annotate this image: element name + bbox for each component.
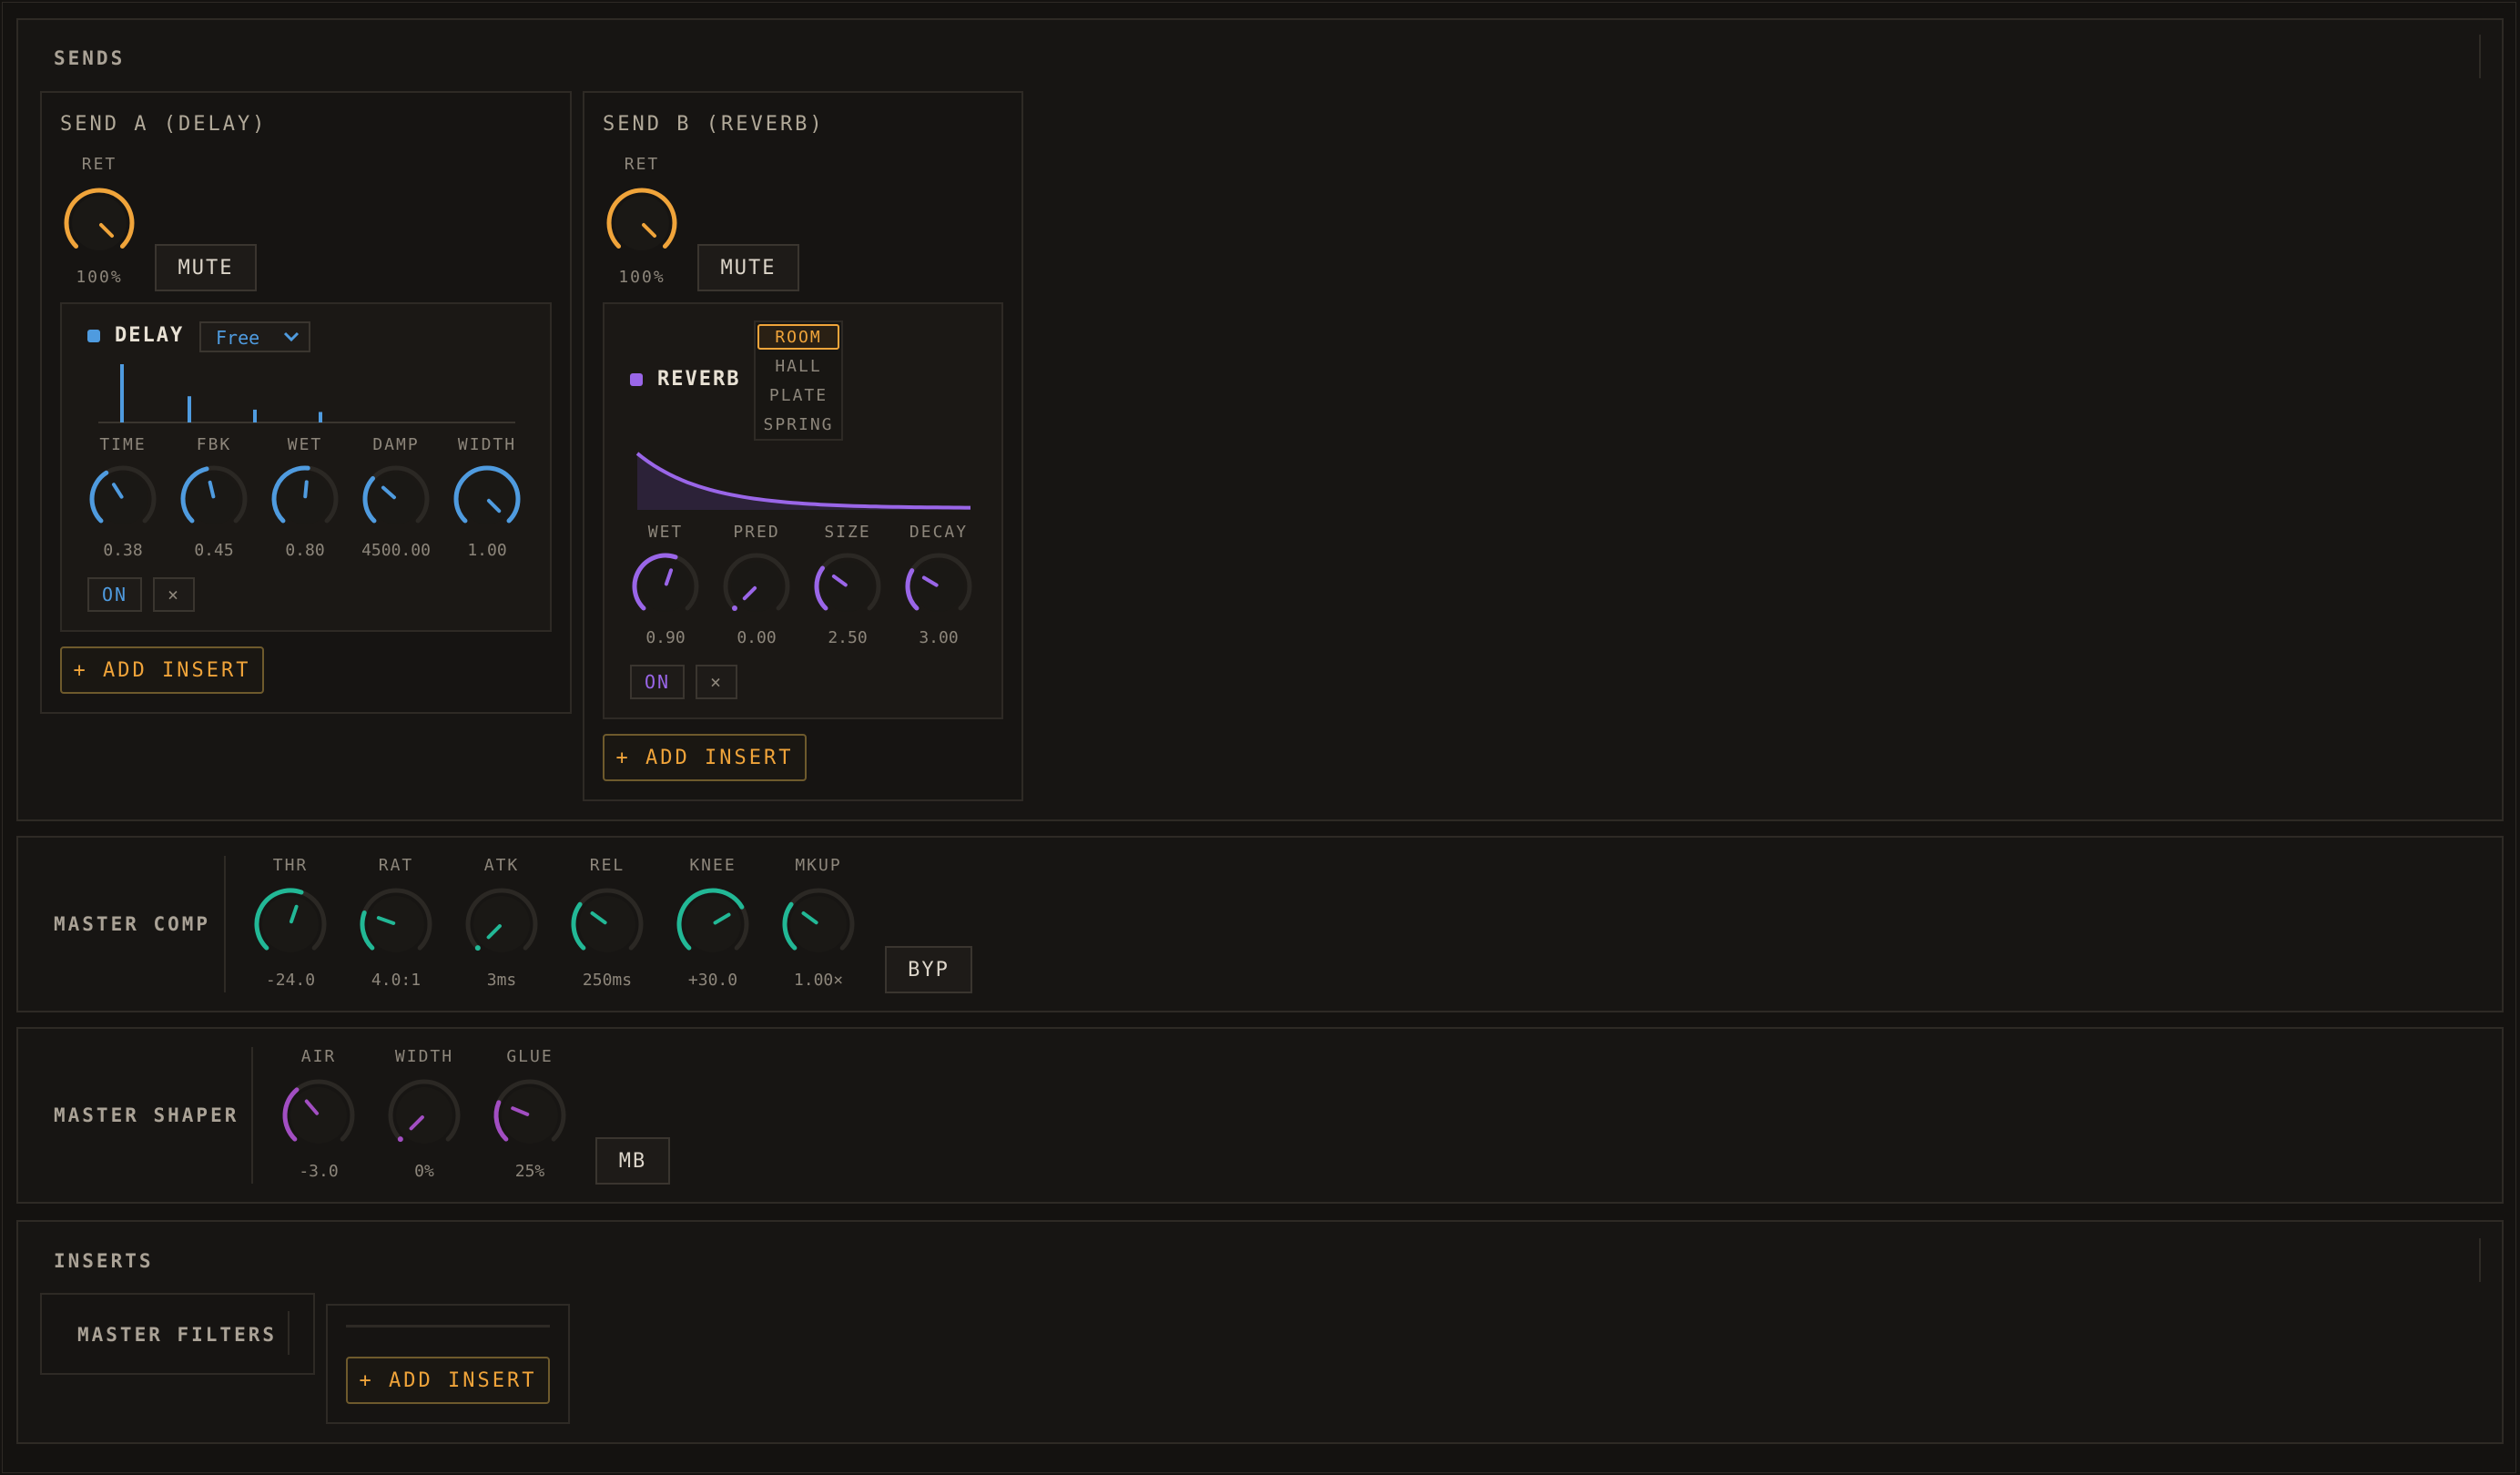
inserts-collapse-handle[interactable] xyxy=(2479,1238,2481,1282)
send-a-ret-label: RET xyxy=(81,155,117,174)
comp-atk-knob[interactable] xyxy=(462,885,541,963)
delay-tap-1 xyxy=(120,364,124,422)
send-b-mute-button[interactable]: MUTE xyxy=(697,244,799,291)
shaper-glue-knob[interactable] xyxy=(491,1076,569,1155)
master-shaper-divider xyxy=(251,1047,253,1184)
delay-damp-knob[interactable] xyxy=(360,463,432,535)
reverb-remove-button[interactable]: × xyxy=(696,665,737,699)
send-a-ret-knob[interactable] xyxy=(61,185,137,261)
comp-rel-knob[interactable] xyxy=(568,885,646,963)
comp-rel-label: REL xyxy=(589,856,625,875)
send-b-ret-label: RET xyxy=(624,155,660,174)
reverb-decay-value: 3.00 xyxy=(919,628,959,647)
master-comp-bypass-button[interactable]: BYP xyxy=(885,946,972,993)
send-b-title: SEND B (REVERB) xyxy=(603,113,825,136)
shaper-width-label: WIDTH xyxy=(394,1047,454,1066)
send-a-ret-value: 100% xyxy=(76,268,123,287)
send-b-ret-knob[interactable] xyxy=(604,185,680,261)
reverb-on-button[interactable]: ON xyxy=(630,665,685,699)
shaper-air-label: AIR xyxy=(300,1047,337,1066)
delay-tap-display xyxy=(98,364,515,423)
reverb-type-plate[interactable]: PLATE xyxy=(757,382,839,408)
reverb-type-hall[interactable]: HALL xyxy=(757,353,839,379)
reverb-decay-knob[interactable] xyxy=(902,550,975,623)
reverb-decay-label: DECAY xyxy=(909,523,969,542)
comp-atk-label: ATK xyxy=(483,856,520,875)
master-filters-label: MASTER FILTERS xyxy=(77,1324,278,1346)
comp-knee-label: KNEE xyxy=(689,856,737,875)
shaper-width-knob[interactable] xyxy=(385,1076,463,1155)
delay-width-value: 1.00 xyxy=(467,541,507,560)
send-b-add-insert-button[interactable]: + ADD INSERT xyxy=(603,734,807,781)
inserts-add-insert-button[interactable]: + ADD INSERT xyxy=(346,1357,550,1404)
master-shaper-title: MASTER SHAPER xyxy=(54,1104,239,1126)
reverb-name: REVERB xyxy=(657,368,741,391)
send-a-title: SEND A (DELAY) xyxy=(60,113,268,136)
reverb-size-knob[interactable] xyxy=(811,550,884,623)
chevron-down-icon xyxy=(283,331,300,342)
send-b-ret-value: 100% xyxy=(618,268,666,287)
reverb-decay-display xyxy=(635,452,970,510)
send-a-add-insert-button[interactable]: + ADD INSERT xyxy=(60,646,264,694)
master-filters-divider xyxy=(288,1311,290,1355)
delay-wet-knob[interactable] xyxy=(269,463,341,535)
master-filters-chain-line xyxy=(346,1325,550,1328)
reverb-wet-knob[interactable] xyxy=(629,550,702,623)
master-comp-title: MASTER COMP xyxy=(54,913,211,935)
reverb-color-dot xyxy=(630,373,643,386)
delay-fbk-knob[interactable] xyxy=(178,463,250,535)
comp-mkup-label: MKUP xyxy=(795,856,842,875)
delay-name: DELAY xyxy=(115,324,185,347)
send-a-mute-button[interactable]: MUTE xyxy=(155,244,257,291)
delay-width-label: WIDTH xyxy=(457,435,517,454)
comp-rat-label: RAT xyxy=(378,856,414,875)
delay-time-knob[interactable] xyxy=(86,463,159,535)
shaper-glue-value: 25% xyxy=(514,1162,545,1181)
shaper-air-knob[interactable] xyxy=(279,1076,358,1155)
comp-rat-knob[interactable] xyxy=(357,885,435,963)
reverb-type-spring[interactable]: SPRING xyxy=(757,412,839,437)
comp-thr-label: THR xyxy=(272,856,309,875)
delay-on-button[interactable]: ON xyxy=(87,577,142,612)
comp-knee-knob[interactable] xyxy=(674,885,752,963)
reverb-type-room[interactable]: ROOM xyxy=(757,324,839,350)
delay-mode-value: Free xyxy=(216,327,260,349)
delay-remove-button[interactable]: × xyxy=(153,577,195,612)
delay-tap-4 xyxy=(319,412,322,422)
delay-tap-2 xyxy=(188,396,191,422)
sends-title: SENDS xyxy=(54,47,126,69)
shaper-glue-label: GLUE xyxy=(506,1047,554,1066)
inserts-title: INSERTS xyxy=(54,1250,154,1272)
master-comp-divider xyxy=(224,856,226,992)
master-shaper-mb-button[interactable]: MB xyxy=(595,1137,670,1185)
comp-mkup-value: 1.00× xyxy=(793,971,844,990)
delay-mode-select[interactable]: Free xyxy=(199,321,310,352)
reverb-pred-knob[interactable] xyxy=(720,550,793,623)
comp-mkup-knob[interactable] xyxy=(779,885,858,963)
sends-collapse-handle[interactable] xyxy=(2479,35,2481,78)
delay-width-knob[interactable] xyxy=(451,463,523,535)
comp-thr-knob[interactable] xyxy=(251,885,330,963)
delay-color-dot xyxy=(87,330,100,342)
delay-tap-3 xyxy=(253,409,257,422)
